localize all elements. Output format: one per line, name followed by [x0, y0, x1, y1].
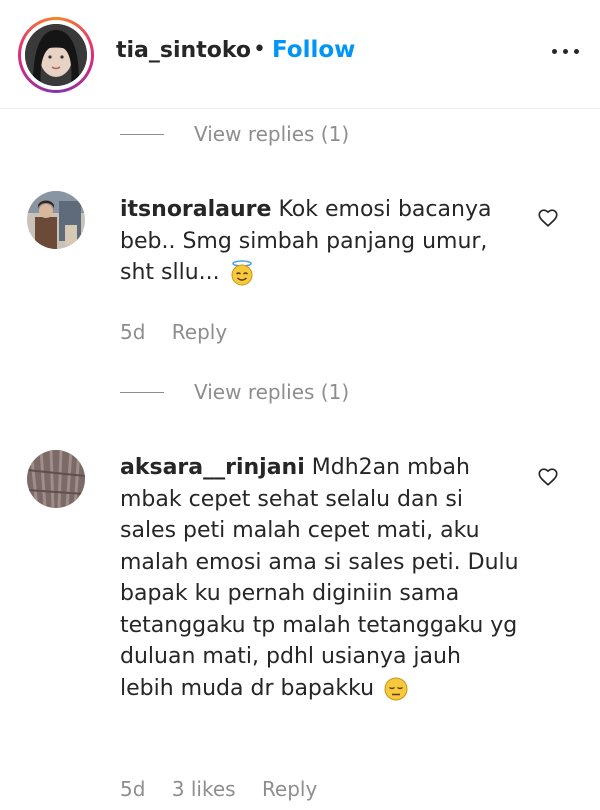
more-horizontal-icon[interactable]: [552, 49, 582, 59]
header-separator: •: [253, 37, 266, 62]
more-dot: [574, 49, 579, 54]
comment-username[interactable]: aksara__rinjani: [120, 455, 305, 480]
comment-avatar-image: [27, 191, 85, 249]
replies-line: [120, 134, 164, 135]
post-header: tia_sintoko • Follow: [0, 0, 600, 109]
comment-avatar[interactable]: [27, 191, 85, 249]
like-heart-icon[interactable]: [537, 207, 559, 229]
comment-content: Mdh2an mbah mbak cepet sehat selalu dan …: [120, 455, 519, 701]
more-dot: [563, 49, 568, 54]
reply-button[interactable]: Reply: [172, 320, 227, 344]
comment-meta: 5d Reply: [120, 320, 247, 344]
comment-meta: 5d 3 likes Reply: [120, 777, 337, 801]
avatar-photo: [25, 24, 87, 86]
view-replies-label[interactable]: View replies (1): [194, 122, 349, 146]
more-dot: [552, 49, 557, 54]
replies-line: [120, 392, 164, 393]
comment-time: 5d: [120, 777, 146, 801]
pensive-face-icon: [384, 677, 408, 700]
follow-button[interactable]: Follow: [272, 37, 355, 63]
like-heart-icon[interactable]: [537, 466, 559, 488]
reply-button[interactable]: Reply: [262, 777, 317, 801]
view-replies-label[interactable]: View replies (1): [194, 380, 349, 404]
comment-username[interactable]: itsnoralaure: [120, 197, 271, 222]
comment-avatar[interactable]: [27, 450, 85, 508]
header-username[interactable]: tia_sintoko: [116, 38, 251, 63]
comment-text: itsnoralaure Kok emosi bacanya beb.. Smg…: [120, 194, 520, 289]
comment-time: 5d: [120, 320, 146, 344]
likes-count[interactable]: 3 likes: [172, 777, 236, 801]
profile-avatar[interactable]: [18, 17, 94, 93]
avatar-photo-image: [25, 24, 87, 86]
comment-text: aksara__rinjani Mdh2an mbah mbak cepet s…: [120, 452, 520, 704]
comment-avatar-image: [27, 450, 85, 508]
avatar-ring-gap: [21, 20, 91, 90]
smiling-face-with-halo-icon: [231, 260, 253, 286]
